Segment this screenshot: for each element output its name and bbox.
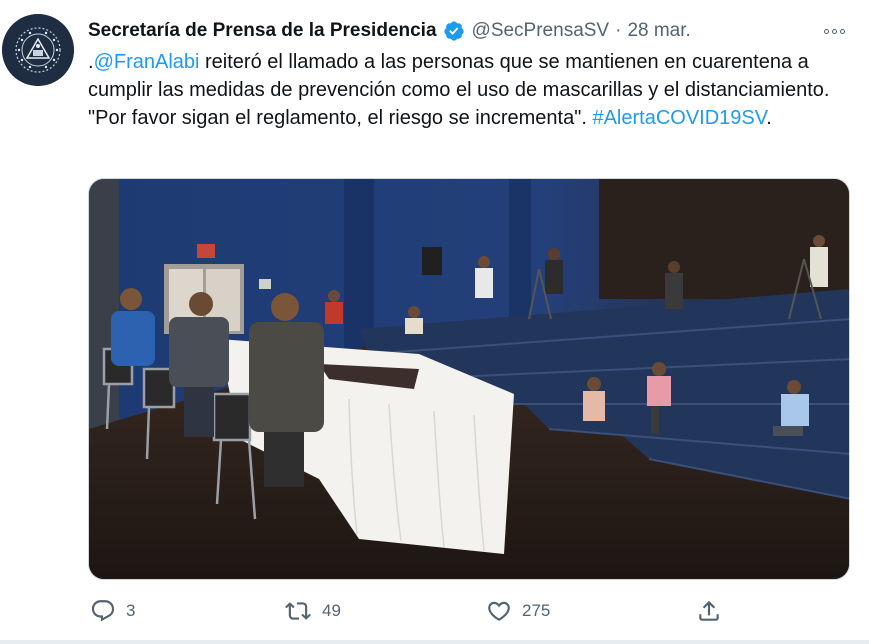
reply-icon — [91, 600, 115, 622]
tweet: Secretaría de Prensa de la Presidencia @… — [0, 0, 869, 644]
more-options-icon[interactable] — [820, 20, 848, 42]
retweet-icon — [285, 602, 311, 620]
share-icon — [699, 600, 719, 621]
retweet-count: 49 — [322, 601, 341, 620]
tweet-header: Secretaría de Prensa de la Presidencia @… — [88, 16, 858, 46]
tweet-photo[interactable] — [88, 178, 850, 580]
retweet-button[interactable]: 49 — [284, 596, 341, 626]
tweet-text: .@FranAlabi reiteró el llamado a las per… — [88, 48, 858, 132]
like-count: 275 — [522, 601, 551, 620]
press-conference-photo — [89, 179, 849, 579]
tweet-actions: 3 49 275 — [88, 596, 768, 626]
like-icon — [488, 601, 510, 621]
avatar[interactable] — [2, 14, 74, 86]
like-button[interactable]: 275 — [486, 596, 550, 626]
reply-count: 3 — [126, 601, 136, 620]
separator-dot: · — [615, 20, 622, 41]
reply-button[interactable]: 3 — [90, 596, 135, 626]
author-name[interactable]: Secretaría de Prensa de la Presidencia — [88, 20, 437, 42]
divider — [0, 640, 869, 644]
tweet-date[interactable]: 28 mar. — [627, 20, 690, 42]
text-tail: . — [766, 107, 772, 129]
hashtag-link[interactable]: #AlertaCOVID19SV — [592, 107, 766, 129]
verified-badge-icon — [443, 20, 465, 42]
author-handle[interactable]: @SecPrensaSV — [472, 20, 610, 42]
mention-link[interactable]: @FranAlabi — [94, 51, 200, 73]
share-button[interactable] — [696, 596, 722, 626]
government-seal-logo — [2, 14, 74, 86]
